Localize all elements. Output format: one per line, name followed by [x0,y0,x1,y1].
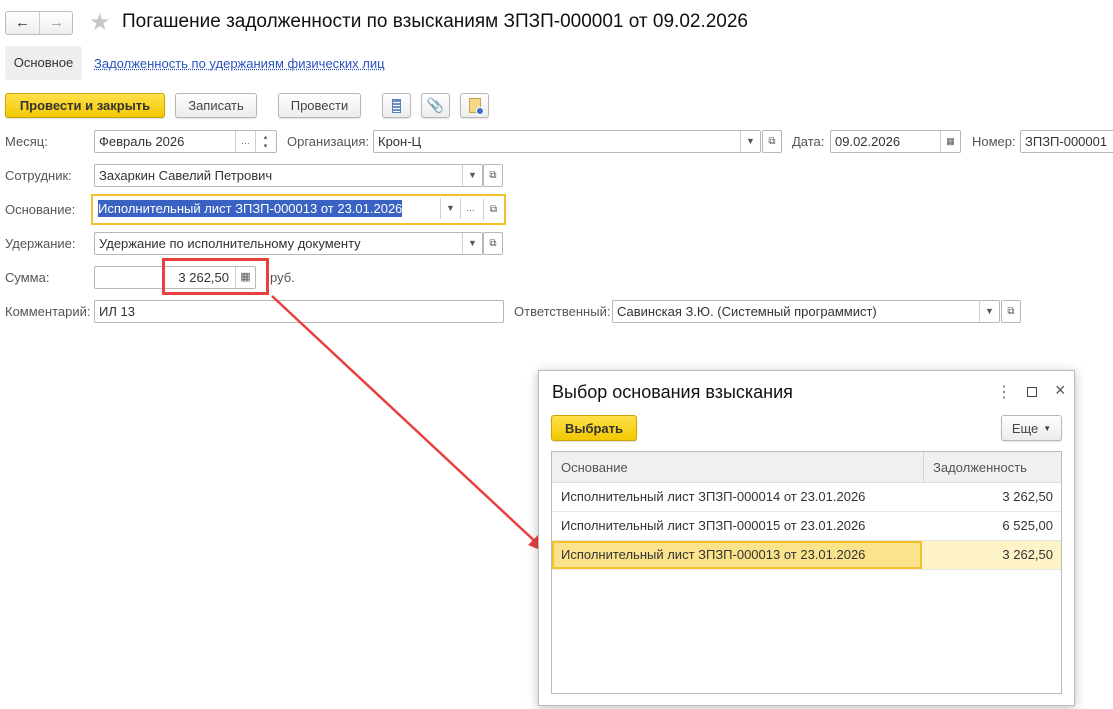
row-basis: Исполнительный лист ЗПЗП-000013 от 23.01… [561,547,866,562]
maximize-icon[interactable] [1027,387,1037,397]
row-debt: 6 525,00 [1002,518,1053,533]
row-debt: 3 262,50 [1002,489,1053,504]
select-button[interactable]: Выбрать [551,415,637,441]
table-row[interactable]: Исполнительный лист ЗПЗП-000014 от 23.01… [552,483,1061,512]
table-header: Основание Задолженность [552,452,1061,483]
row-basis: Исполнительный лист ЗПЗП-000015 от 23.01… [561,518,866,533]
dialog-title: Выбор основания взыскания [552,382,793,402]
row-basis: Исполнительный лист ЗПЗП-000014 от 23.01… [561,489,866,504]
close-icon[interactable]: × [1055,380,1066,401]
column-header-debt[interactable]: Задолженность [933,452,1027,483]
selection-dialog: Выбор основания взыскания ⋮ × Выбрать Ещ… [538,370,1075,706]
table-row[interactable]: Исполнительный лист ЗПЗП-000015 от 23.01… [552,512,1061,541]
more-options-icon[interactable]: ⋮ [996,382,1012,402]
more-label: Еще [1011,420,1039,436]
column-divider [923,452,924,483]
more-button[interactable]: Еще ▼ [1001,415,1062,441]
row-debt: 3 262,50 [1002,547,1053,562]
basis-table: Основание Задолженность Исполнительный л… [551,451,1062,694]
chevron-down-icon: ▼ [1043,423,1052,433]
column-header-basis[interactable]: Основание [561,452,628,483]
table-row-selected[interactable]: Исполнительный лист ЗПЗП-000013 от 23.01… [552,541,1061,570]
